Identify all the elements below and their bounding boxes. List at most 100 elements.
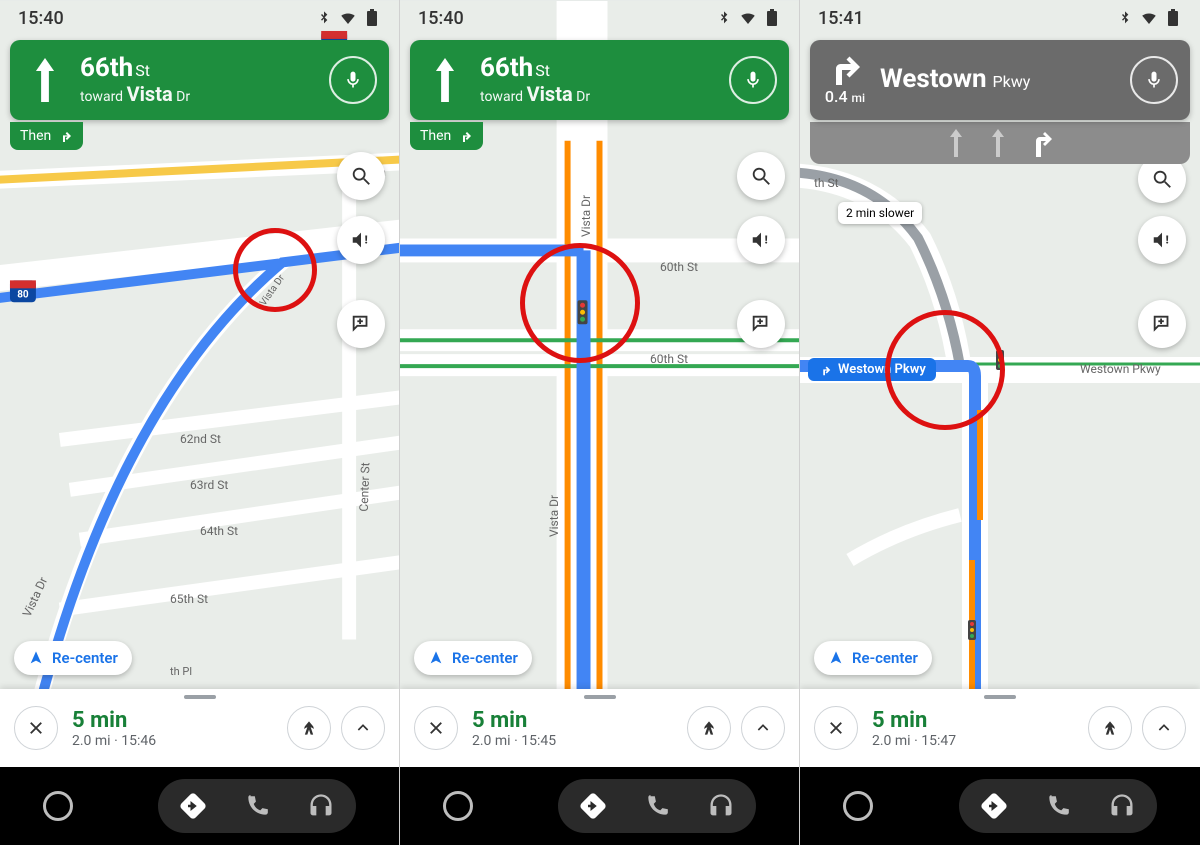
clock: 15:41 bbox=[818, 8, 864, 29]
sound-button[interactable]: ! bbox=[337, 216, 385, 264]
bluetooth-icon bbox=[715, 9, 733, 27]
expand-button[interactable] bbox=[741, 706, 785, 750]
nav-headphones-icon[interactable] bbox=[304, 789, 338, 823]
home-button[interactable] bbox=[43, 791, 73, 821]
nav-directions-icon[interactable] bbox=[576, 789, 610, 823]
drag-handle-icon[interactable] bbox=[184, 695, 216, 699]
maneuver-turn-right-icon: 0.4 mi bbox=[822, 55, 868, 106]
street-label: Center St bbox=[357, 462, 373, 512]
sound-button[interactable]: ! bbox=[1138, 216, 1186, 264]
status-bar: 15:41 bbox=[800, 0, 1200, 36]
report-button[interactable] bbox=[737, 300, 785, 348]
status-bar: 15:40 bbox=[400, 0, 799, 36]
direction-card[interactable]: 66thSt toward Vista Dr bbox=[10, 40, 389, 120]
report-button[interactable] bbox=[1138, 300, 1186, 348]
close-button[interactable] bbox=[14, 706, 58, 750]
search-button[interactable] bbox=[737, 152, 785, 200]
expand-button[interactable] bbox=[1142, 706, 1186, 750]
battery-icon bbox=[763, 9, 781, 27]
eta-bar[interactable]: 5 min 2.0 mi · 15:45 bbox=[400, 689, 799, 767]
turn-right-icon bbox=[57, 128, 73, 144]
wifi-icon bbox=[1140, 9, 1158, 27]
routes-button[interactable] bbox=[287, 706, 331, 750]
nav-phone-icon[interactable] bbox=[1041, 789, 1075, 823]
navigate-icon bbox=[428, 650, 444, 666]
street-label: th Pl bbox=[170, 665, 192, 678]
nav-directions-icon[interactable] bbox=[176, 789, 210, 823]
turn-right-icon bbox=[457, 128, 473, 144]
eta-bar[interactable]: 5 min 2.0 mi · 15:47 bbox=[800, 689, 1200, 767]
street-label: 60th St bbox=[660, 260, 698, 274]
voice-search-button[interactable] bbox=[329, 56, 377, 104]
navigate-icon bbox=[28, 650, 44, 666]
routes-button[interactable] bbox=[1088, 706, 1132, 750]
direction-street: 66th bbox=[80, 53, 133, 83]
home-button[interactable] bbox=[843, 791, 873, 821]
bluetooth-icon bbox=[315, 9, 333, 27]
eta-bar[interactable]: 5 min 2.0 mi · 15:46 bbox=[0, 689, 399, 767]
clock: 15:40 bbox=[18, 8, 64, 29]
drag-handle-icon[interactable] bbox=[584, 695, 616, 699]
drag-handle-icon[interactable] bbox=[984, 695, 1016, 699]
svg-text:!: ! bbox=[1166, 234, 1169, 247]
screenshot-panel-3: 15:41 th St Westown Pkwy 2 min slower bbox=[800, 0, 1200, 845]
wifi-icon bbox=[739, 9, 757, 27]
voice-search-button[interactable] bbox=[1130, 56, 1178, 104]
recenter-button[interactable]: Re-center bbox=[414, 641, 532, 675]
lane-straight-icon bbox=[946, 129, 966, 157]
battery-icon bbox=[1164, 9, 1182, 27]
nav-directions-icon[interactable] bbox=[977, 789, 1011, 823]
bluetooth-icon bbox=[1116, 9, 1134, 27]
recenter-button[interactable]: Re-center bbox=[814, 641, 932, 675]
expand-button[interactable] bbox=[341, 706, 385, 750]
recenter-button[interactable]: Re-center bbox=[14, 641, 132, 675]
route-pill[interactable]: Westown Pkwy bbox=[808, 358, 936, 381]
street-label: Vista Dr bbox=[547, 495, 561, 537]
screenshot-panel-2: 15:40 60th St 60th St Vista Dr Vista Dr bbox=[400, 0, 800, 845]
direction-card[interactable]: 66thSt toward Vista Dr bbox=[410, 40, 789, 120]
svg-text:!: ! bbox=[365, 234, 368, 247]
maneuver-straight-icon bbox=[422, 58, 468, 102]
navigate-icon bbox=[828, 650, 844, 666]
lane-straight-icon bbox=[988, 129, 1008, 157]
system-nav-bar bbox=[800, 767, 1200, 845]
street-label: th St bbox=[814, 176, 839, 190]
alt-route-bubble[interactable]: 2 min slower bbox=[838, 202, 922, 224]
street-label: 64th St bbox=[200, 524, 238, 538]
lane-guidance bbox=[810, 122, 1190, 164]
home-button[interactable] bbox=[443, 791, 473, 821]
clock: 15:40 bbox=[418, 8, 464, 29]
battery-icon bbox=[363, 9, 381, 27]
search-button[interactable] bbox=[337, 152, 385, 200]
nav-headphones-icon[interactable] bbox=[704, 789, 738, 823]
maneuver-straight-icon bbox=[22, 58, 68, 102]
svg-text:80: 80 bbox=[17, 289, 29, 300]
sound-button[interactable]: ! bbox=[737, 216, 785, 264]
system-nav-bar bbox=[400, 767, 799, 845]
routes-button[interactable] bbox=[687, 706, 731, 750]
street-label: 65th St bbox=[170, 592, 208, 606]
nav-phone-icon[interactable] bbox=[640, 789, 674, 823]
svg-text:!: ! bbox=[765, 234, 768, 247]
direction-card[interactable]: 0.4 mi Westown Pkwy bbox=[810, 40, 1190, 120]
eta-time: 5 min bbox=[72, 708, 277, 733]
report-button[interactable] bbox=[337, 300, 385, 348]
turn-right-icon bbox=[818, 363, 832, 377]
then-chip[interactable]: Then bbox=[10, 122, 83, 150]
system-nav-bar bbox=[0, 767, 399, 845]
street-label: 63rd St bbox=[190, 478, 228, 492]
nav-phone-icon[interactable] bbox=[240, 789, 274, 823]
then-chip[interactable]: Then bbox=[410, 122, 483, 150]
close-button[interactable] bbox=[414, 706, 458, 750]
status-bar: 15:40 bbox=[0, 0, 399, 36]
nav-headphones-icon[interactable] bbox=[1105, 789, 1139, 823]
voice-search-button[interactable] bbox=[729, 56, 777, 104]
street-label: 60th St bbox=[650, 352, 688, 366]
lane-right-icon bbox=[1030, 129, 1054, 157]
street-label: 62nd St bbox=[180, 432, 221, 446]
street-label: Westown Pkwy bbox=[1080, 362, 1161, 376]
wifi-icon bbox=[339, 9, 357, 27]
close-button[interactable] bbox=[814, 706, 858, 750]
screenshot-panel-1: 15:40 80 235 62nd St 63rd St 64th St 65t… bbox=[0, 0, 400, 845]
street-label: Vista Dr bbox=[579, 195, 593, 237]
